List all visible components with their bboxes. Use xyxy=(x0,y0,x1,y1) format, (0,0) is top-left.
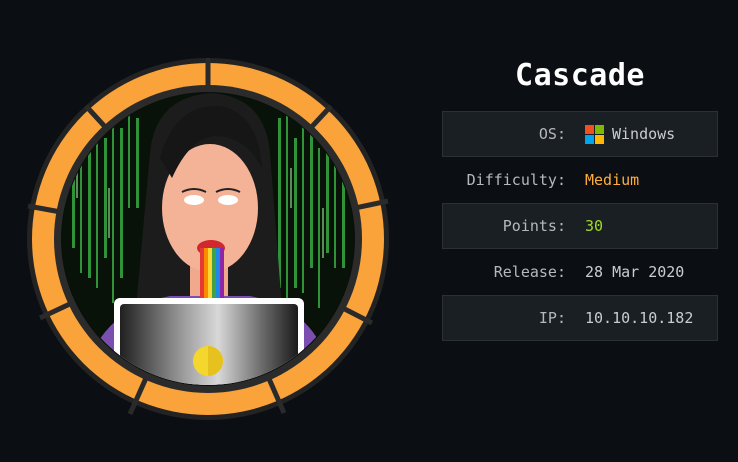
machine-avatar xyxy=(20,58,396,420)
info-value-release: 28 Mar 2020 xyxy=(585,263,685,281)
machine-info-table: OS: Windows Difficulty: Medium Points: 3… xyxy=(442,111,718,341)
left-eye xyxy=(184,195,204,205)
info-row-difficulty: Difficulty: Medium xyxy=(442,157,718,203)
info-value-ip: 10.10.10.182 xyxy=(585,309,694,327)
machine-title: Cascade xyxy=(515,58,645,93)
info-label-release: Release: xyxy=(493,263,566,281)
right-eye xyxy=(218,195,238,205)
windows-icon xyxy=(585,124,604,144)
info-row-ip: IP: 10.10.10.182 xyxy=(442,295,718,341)
info-row-os: OS: Windows xyxy=(442,111,718,157)
info-value-os: Windows xyxy=(585,124,676,144)
info-value-points: 30 xyxy=(585,217,604,235)
os-name: Windows xyxy=(612,125,676,143)
info-label-ip: IP: xyxy=(538,309,566,327)
info-row-points: Points: 30 xyxy=(442,203,718,249)
info-row-release: Release: 28 Mar 2020 xyxy=(442,249,718,295)
info-value-difficulty: Medium xyxy=(585,171,640,189)
avatar-image xyxy=(27,58,389,420)
info-label-difficulty: Difficulty: xyxy=(466,171,566,189)
info-label-points: Points: xyxy=(502,217,566,235)
info-label-os: OS: xyxy=(538,125,566,143)
